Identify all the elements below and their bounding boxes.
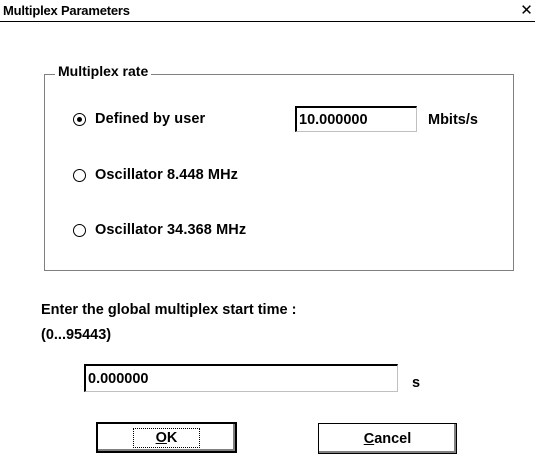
start-time-prompt: Enter the global multiplex start time :: [41, 302, 297, 318]
radio-defined-by-user[interactable]: Defined by user: [73, 109, 205, 129]
cancel-button[interactable]: Cancel: [318, 423, 457, 454]
window-title: Multiplex Parameters: [3, 3, 130, 18]
multiplex-rate-group-label: Multiplex rate: [55, 63, 152, 79]
close-icon[interactable]: ✕: [518, 1, 535, 19]
radio-button-oscillator-34368[interactable]: [73, 223, 86, 237]
radio-button-defined-by-user[interactable]: [73, 112, 86, 126]
radio-oscillator-8448[interactable]: Oscillator 8.448 MHz: [73, 165, 238, 185]
cancel-label-rest: ancel: [374, 430, 412, 447]
ok-label-rest: K: [166, 429, 178, 446]
multiplex-parameters-dialog: Multiplex Parameters ✕ Multiplex rate De…: [0, 0, 535, 471]
ok-mnemonic: O: [155, 429, 167, 446]
radio-button-oscillator-8448[interactable]: [73, 168, 86, 182]
user-rate-unit: Mbits/s: [428, 112, 478, 128]
radio-label-oscillator-34368: Oscillator 34.368 MHz: [95, 222, 247, 238]
ok-button[interactable]: OK: [96, 422, 237, 453]
title-bar[interactable]: Multiplex Parameters ✕: [0, 0, 535, 22]
radio-oscillator-34368[interactable]: Oscillator 34.368 MHz: [73, 220, 246, 240]
radio-label-defined-by-user: Defined by user: [95, 111, 206, 127]
start-time-input[interactable]: [84, 364, 398, 392]
cancel-mnemonic: C: [363, 430, 375, 447]
start-time-range: (0...95443): [41, 327, 112, 343]
radio-label-oscillator-8448: Oscillator 8.448 MHz: [95, 167, 239, 183]
ok-button-focus: OK: [132, 427, 201, 448]
user-rate-input[interactable]: [295, 106, 417, 132]
start-time-unit: s: [412, 375, 421, 391]
